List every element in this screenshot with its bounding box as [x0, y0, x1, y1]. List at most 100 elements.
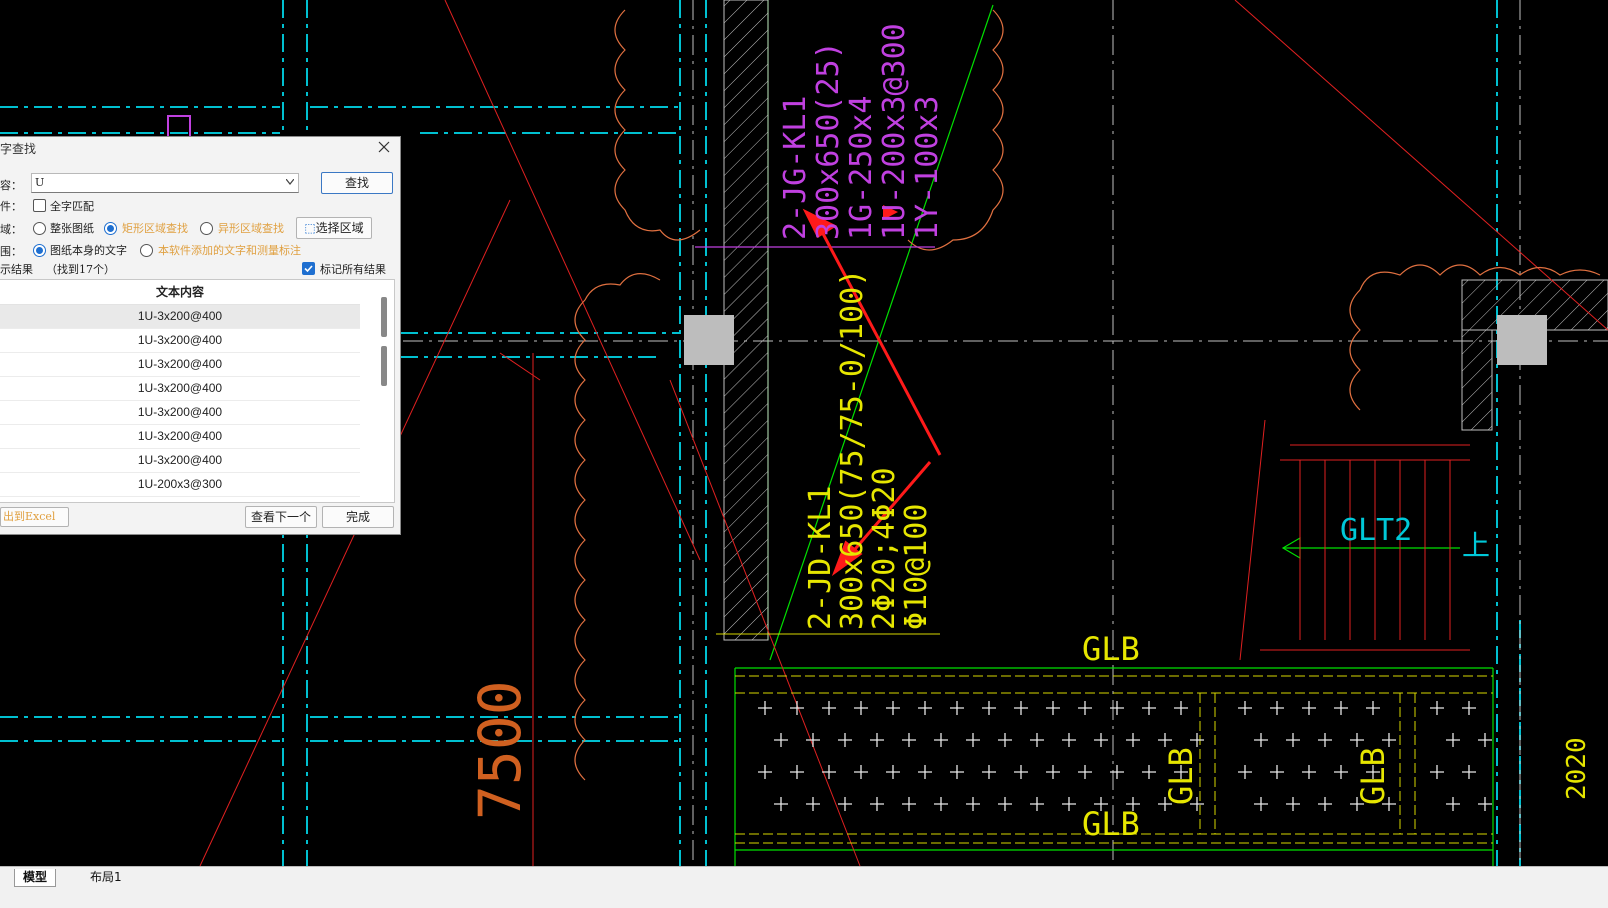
beam-magenta-text-5: 1Y-100x3 — [910, 96, 945, 241]
plus-mark — [1334, 701, 1348, 715]
layout-tab-bar: 模型 布局1 — [0, 866, 1608, 908]
plus-mark — [998, 733, 1012, 747]
plus-mark — [790, 701, 804, 715]
plus-mark — [1270, 701, 1284, 715]
table-row[interactable]: 1U-3x200@400 — [0, 329, 360, 353]
plus-mark — [1334, 765, 1348, 779]
area-label: 域： — [0, 223, 22, 236]
table-row[interactable]: 1U-3x200@400 — [0, 305, 360, 329]
plus-mark — [1238, 701, 1252, 715]
plus-mark — [1046, 765, 1060, 779]
table-row[interactable]: 1U-3x200@400 — [0, 425, 360, 449]
plus-mark — [1446, 797, 1460, 811]
scope-option-1: 图纸本身的文字 — [50, 244, 127, 257]
plus-mark — [966, 733, 980, 747]
beam-yellow-text-1: 2-JD-KL1 — [803, 486, 838, 631]
plus-mark — [774, 733, 788, 747]
plus-mark — [790, 765, 804, 779]
results-count: （找到17个） — [46, 263, 115, 276]
table-row[interactable]: 1U-3x200@400 — [0, 353, 360, 377]
content-value: U — [35, 176, 45, 189]
column-square-right — [1497, 315, 1547, 365]
glt2-label: GLT2 — [1340, 513, 1412, 548]
select-area-button[interactable]: ⬚选择区域 — [296, 217, 372, 239]
glb-top-label: GLB — [1082, 630, 1140, 668]
scrollbar-thumb-2[interactable] — [381, 346, 387, 386]
plus-mark — [838, 797, 852, 811]
done-button[interactable]: 完成 — [322, 506, 394, 528]
plus-mark — [1190, 733, 1204, 747]
area-rect-radio[interactable] — [104, 222, 117, 235]
plus-mark — [1126, 733, 1140, 747]
next-result-button[interactable]: 查看下一个 — [245, 506, 317, 528]
glb-vertical-2: GLB — [1354, 747, 1392, 805]
plus-mark — [870, 733, 884, 747]
dimension-2020: 2020 — [1562, 737, 1592, 800]
scope-option-2: 本软件添加的文字和测量标注 — [158, 244, 301, 257]
plus-mark — [934, 797, 948, 811]
plus-mark — [1446, 733, 1460, 747]
plus-mark — [966, 797, 980, 811]
plus-mark — [1142, 701, 1156, 715]
scope-drawing-radio[interactable] — [33, 244, 46, 257]
plus-mark — [1318, 733, 1332, 747]
plus-mark — [1158, 733, 1172, 747]
scope-label: 围： — [0, 245, 22, 258]
plus-mark — [982, 765, 996, 779]
magenta-beam-label: 2-JG-KL1 300x650(25) 1G-250x4 1U-200x3@3… — [778, 23, 945, 240]
plus-mark — [1462, 765, 1476, 779]
plus-mark — [1062, 733, 1076, 747]
mark-all-checkbox[interactable] — [302, 262, 315, 275]
plus-mark — [1254, 797, 1268, 811]
beam-yellow-text-3: 2Φ20;4Φ20 — [867, 467, 902, 630]
scope-added-radio[interactable] — [140, 244, 153, 257]
plus-mark — [902, 733, 916, 747]
content-label: 容： — [0, 179, 22, 192]
plus-mark — [1174, 701, 1188, 715]
plus-mark — [1094, 733, 1108, 747]
beam-yellow-text-4: Φ10@100 — [899, 504, 934, 630]
plus-mark — [1014, 701, 1028, 715]
results-table: 文本内容 1U-3x200@400 1U-3x200@400 1U-3x200@… — [0, 279, 395, 503]
plus-mark — [1270, 765, 1284, 779]
plus-mark — [1110, 765, 1124, 779]
plus-mark — [886, 701, 900, 715]
table-row[interactable]: 1U-3x200@400 — [0, 401, 360, 425]
glb-vertical-1: GLB — [1162, 747, 1200, 805]
plus-mark — [1286, 733, 1300, 747]
plus-mark — [1462, 701, 1476, 715]
tab-layout1[interactable]: 布局1 — [82, 869, 130, 886]
close-icon[interactable] — [378, 141, 390, 153]
area-irregular-radio[interactable] — [200, 222, 213, 235]
search-button[interactable]: 查找 — [321, 172, 393, 194]
plus-mark — [886, 765, 900, 779]
table-row[interactable]: 1U-3x200@400 — [0, 449, 360, 473]
plus-mark — [950, 701, 964, 715]
area-option-1: 整张图纸 — [50, 222, 94, 235]
tab-model[interactable]: 模型 — [14, 869, 57, 887]
dimension-7500: 7500 — [466, 680, 534, 820]
area-whole-radio[interactable] — [33, 222, 46, 235]
table-row[interactable]: 1U-3x200@400 — [0, 377, 360, 401]
scrollbar-thumb[interactable] — [381, 297, 387, 337]
select-area-label: 选择区域 — [315, 221, 364, 235]
area-option-2: 矩形区域查找 — [122, 222, 188, 235]
glb-bottom-label: GLB — [1082, 805, 1140, 843]
content-combobox[interactable]: U — [31, 173, 299, 193]
full-match-checkbox[interactable] — [33, 199, 46, 212]
table-row[interactable]: 1U-200x3@300 — [0, 473, 360, 497]
plus-mark — [982, 701, 996, 715]
hatched-wall-right-2 — [1461, 329, 1493, 431]
plus-mark — [1478, 733, 1492, 747]
export-excel-button[interactable]: 出到Excel — [0, 507, 69, 527]
text-find-dialog: 字查找 容： U 查找 件： 全字匹配 域： 整张图纸 矩形区域查找 异形区域查… — [0, 136, 401, 535]
beam-magenta-text-4: 1U-200x3@300 — [877, 23, 912, 240]
plus-mark — [918, 765, 932, 779]
chevron-down-icon — [286, 179, 294, 185]
plus-mark — [1110, 701, 1124, 715]
full-match-label: 全字匹配 — [50, 200, 94, 213]
plus-mark — [822, 701, 836, 715]
plus-mark — [806, 797, 820, 811]
plus-mark — [1030, 797, 1044, 811]
up-mark: 上 — [1462, 529, 1490, 562]
